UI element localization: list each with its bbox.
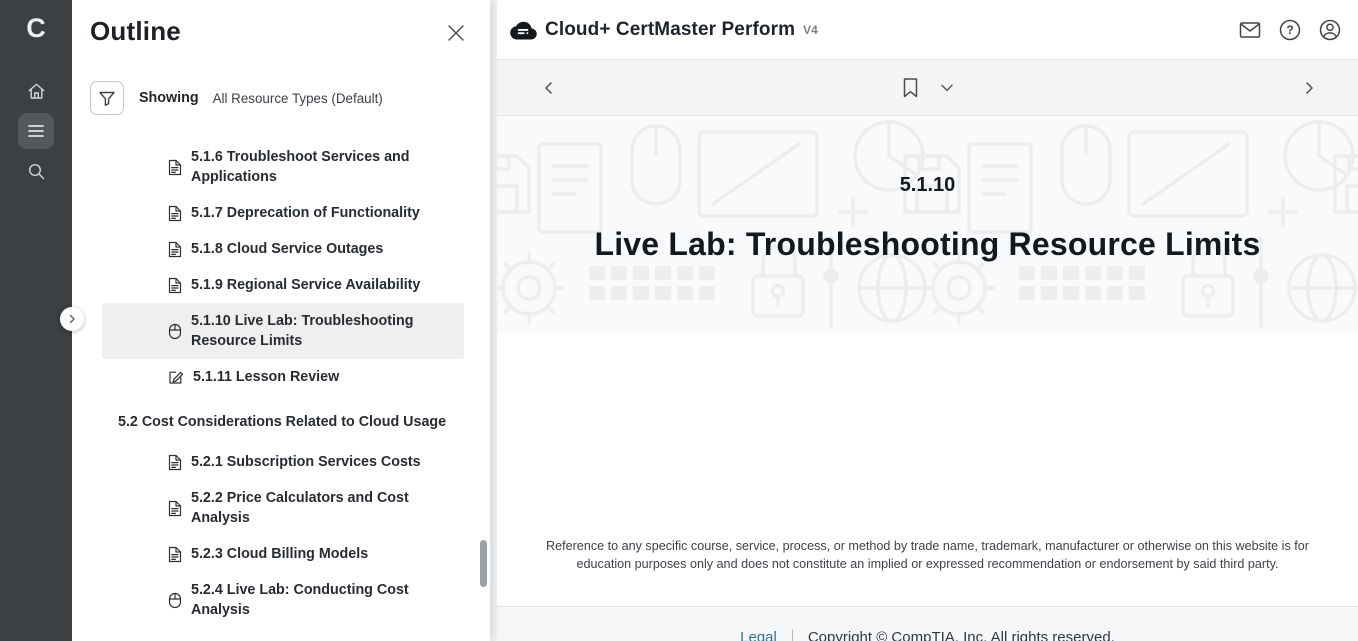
filter-icon bbox=[98, 90, 116, 107]
outline-item-label: 5.2.4 Live Lab: Conducting Cost Analysis bbox=[191, 580, 456, 620]
copyright-text: Copyright © CompTIA, Inc. All rights res… bbox=[808, 629, 1115, 641]
lesson-title: Live Lab: Troubleshooting Resource Limit… bbox=[497, 226, 1358, 263]
panel-collapse-toggle[interactable] bbox=[60, 307, 84, 331]
mail-icon bbox=[1238, 18, 1262, 42]
product-version: V4 bbox=[803, 23, 818, 37]
bookmark-dropdown-button[interactable] bbox=[940, 83, 954, 92]
next-page-button[interactable] bbox=[1301, 80, 1317, 96]
outline-item-current[interactable]: 5.1.10 Live Lab: Troubleshooting Resourc… bbox=[102, 303, 464, 359]
home-button[interactable] bbox=[18, 73, 54, 109]
filter-button[interactable] bbox=[90, 81, 124, 115]
outline-item-label: 5.1.10 Live Lab: Troubleshooting Resourc… bbox=[191, 311, 456, 351]
legal-link[interactable]: Legal bbox=[740, 629, 777, 641]
previous-page-button[interactable] bbox=[541, 80, 557, 96]
home-icon bbox=[27, 82, 46, 101]
filter-showing-label: Showing bbox=[139, 90, 199, 106]
cloud-icon bbox=[510, 19, 537, 40]
footer-inner: Legal Copyright © CompTIA, Inc. All righ… bbox=[740, 607, 1115, 641]
bookmark-controls bbox=[902, 77, 954, 98]
rail-buttons bbox=[0, 73, 72, 189]
search-icon bbox=[27, 162, 46, 181]
mail-button[interactable] bbox=[1238, 18, 1262, 42]
chevron-right-icon bbox=[67, 314, 77, 324]
document-icon bbox=[168, 277, 182, 294]
outline-item-label: 5.1.9 Regional Service Availability bbox=[191, 275, 420, 295]
page-footer: Legal Copyright © CompTIA, Inc. All righ… bbox=[497, 606, 1358, 641]
document-icon bbox=[168, 205, 182, 222]
svg-text:?: ? bbox=[1286, 23, 1293, 37]
main-header: Cloud+ CertMaster Perform V4 ? bbox=[497, 0, 1358, 60]
document-icon bbox=[168, 159, 182, 176]
document-icon bbox=[168, 454, 182, 471]
menu-icon bbox=[26, 123, 46, 139]
outline-item-label: 5.2.2 Price Calculators and Cost Analysi… bbox=[191, 488, 456, 528]
outline-item[interactable]: 5.2.1 Subscription Services Costs bbox=[102, 444, 464, 480]
bookmark-button[interactable] bbox=[902, 77, 919, 98]
filter-value: All Resource Types (Default) bbox=[213, 91, 383, 106]
outline-item-label: 5.1.11 Lesson Review bbox=[193, 367, 339, 387]
outline-item-label: 5.2.1 Subscription Services Costs bbox=[191, 452, 421, 472]
main-content: Cloud+ CertMaster Perform V4 ? bbox=[497, 0, 1358, 641]
panel-gap bbox=[490, 0, 497, 641]
mouse-icon bbox=[168, 592, 182, 609]
account-icon bbox=[1318, 18, 1342, 42]
chevron-right-icon bbox=[1301, 80, 1317, 96]
footer-divider bbox=[792, 629, 793, 641]
document-icon bbox=[168, 546, 182, 563]
help-icon: ? bbox=[1278, 18, 1302, 42]
chevron-left-icon bbox=[541, 80, 557, 96]
outline-item[interactable]: 5.2.2 Price Calculators and Cost Analysi… bbox=[102, 480, 464, 536]
disclaimer-text: Reference to any specific course, servic… bbox=[522, 537, 1334, 573]
search-button[interactable] bbox=[18, 153, 54, 189]
outline-item[interactable]: 5.1.7 Deprecation of Functionality bbox=[102, 195, 464, 231]
outline-item[interactable]: 5.1.8 Cloud Service Outages bbox=[102, 231, 464, 267]
mouse-icon bbox=[168, 323, 182, 340]
bookmark-icon bbox=[902, 77, 919, 98]
filter-row: Showing All Resource Types (Default) bbox=[90, 81, 383, 115]
outline-item[interactable]: 5.1.6 Troubleshoot Services and Applicat… bbox=[102, 139, 464, 195]
outline-item-label: 5.2.3 Cloud Billing Models bbox=[191, 544, 368, 564]
lesson-number: 5.1.10 bbox=[497, 174, 1358, 197]
outline-list: 5.1.6 Troubleshoot Services and Applicat… bbox=[72, 139, 490, 628]
document-icon bbox=[168, 241, 182, 258]
outline-item[interactable]: 5.2.4 Live Lab: Conducting Cost Analysis bbox=[102, 572, 464, 628]
document-icon bbox=[168, 500, 182, 517]
close-outline-button[interactable] bbox=[446, 23, 466, 43]
outline-item-label: 5.1.7 Deprecation of Functionality bbox=[191, 203, 420, 223]
account-button[interactable] bbox=[1318, 18, 1342, 42]
outline-panel-title: Outline bbox=[90, 16, 181, 47]
outline-section-header: 5.2 Cost Considerations Related to Cloud… bbox=[118, 410, 450, 435]
edit-icon bbox=[168, 369, 184, 385]
comptia-logo: C bbox=[0, 12, 72, 44]
outline-item-label: 5.1.6 Troubleshoot Services and Applicat… bbox=[191, 147, 456, 187]
tech-doodle-pattern bbox=[497, 116, 1358, 332]
outline-item[interactable]: 5.1.11 Lesson Review bbox=[102, 359, 464, 395]
lesson-toolbar bbox=[497, 60, 1358, 116]
lesson-hero: 5.1.10 Live Lab: Troubleshooting Resourc… bbox=[497, 116, 1358, 332]
lesson-body: Reference to any specific course, servic… bbox=[497, 332, 1358, 606]
outline-item-label: 5.1.8 Cloud Service Outages bbox=[191, 239, 383, 259]
outline-item[interactable]: 5.2.3 Cloud Billing Models bbox=[102, 536, 464, 572]
outline-panel: Outline Showing All Resource Types (Defa… bbox=[72, 0, 490, 641]
app-window: C bbox=[0, 0, 1358, 641]
help-button[interactable]: ? bbox=[1278, 18, 1302, 42]
outline-item[interactable]: 5.1.9 Regional Service Availability bbox=[102, 267, 464, 303]
outline-menu-button[interactable] bbox=[18, 113, 54, 149]
outline-scrollbar-thumb[interactable] bbox=[480, 540, 487, 587]
chevron-down-icon bbox=[940, 83, 954, 92]
close-icon bbox=[446, 23, 466, 43]
header-icons: ? bbox=[1238, 18, 1342, 42]
product-title: Cloud+ CertMaster Perform bbox=[545, 19, 795, 41]
